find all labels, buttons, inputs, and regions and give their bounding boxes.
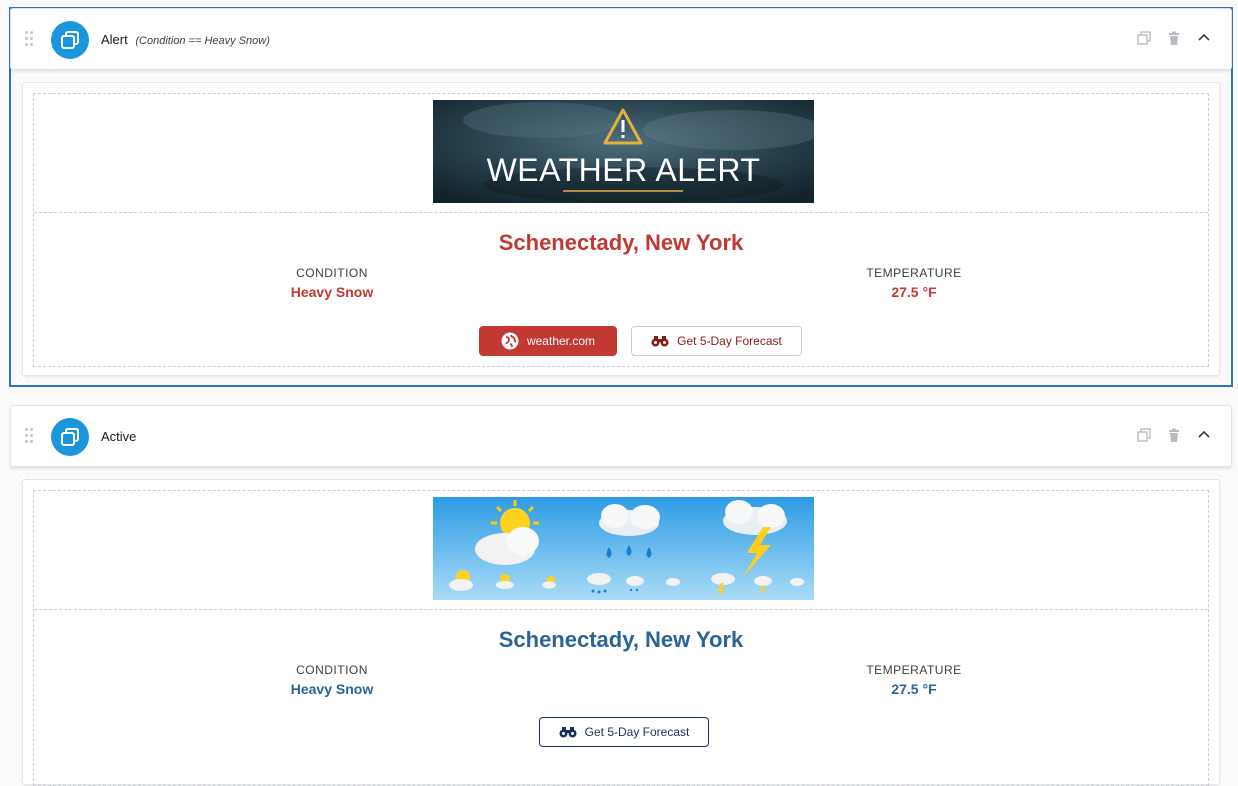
chevron-up-icon[interactable] [1197,428,1211,444]
active-panel[interactable]: Active Schenectady, New York CONDITION H… [10,405,1232,786]
forecast-label: Get 5-Day Forecast [584,725,690,739]
component-icon [51,418,89,456]
clone-icon[interactable] [1137,31,1151,47]
temperature-value: 27.5 °F [891,284,937,300]
active-card: Schenectady, New York CONDITION Heavy Sn… [22,479,1220,786]
weather-com-button[interactable]: weather.com [479,326,617,356]
temperature-label: TEMPERATURE [866,663,962,677]
forecast-button[interactable]: Get 5-Day Forecast [539,717,709,747]
binoculars-icon [651,336,669,347]
alert-card: WEATHER ALERT Schenectady, New York COND… [22,82,1220,376]
alert-panel-header[interactable]: Alert (Condition == Heavy Snow) [10,8,1232,70]
delete-icon[interactable] [1167,31,1181,47]
condition-label: CONDITION [296,663,368,677]
weather-alert-banner: WEATHER ALERT [433,100,814,203]
temperature-label: TEMPERATURE [866,266,962,280]
forecast-button[interactable]: Get 5-Day Forecast [631,326,802,356]
city-heading: Schenectady, New York [498,230,744,255]
drag-handle-icon[interactable] [25,31,35,51]
condition-value: Heavy Snow [290,284,374,300]
clone-icon[interactable] [1137,428,1151,444]
weather-com-label: weather.com [526,334,596,348]
drag-handle-icon[interactable] [25,428,35,448]
city-heading: Schenectady, New York [498,627,744,652]
weather-icons-banner [433,497,814,600]
condition-label: CONDITION [296,266,368,280]
component-icon [51,21,89,59]
globe-icon [501,332,519,350]
image-region: WEATHER ALERT [34,94,1208,213]
condition-value: Heavy Snow [290,681,374,697]
alert-panel[interactable]: Alert (Condition == Heavy Snow) WEATHER … [9,7,1233,387]
component-name: Active [101,429,137,444]
chevron-up-icon[interactable] [1197,31,1211,47]
banner-text: WEATHER ALERT [486,152,761,188]
image-region [34,491,1208,610]
component-name: Alert [101,32,128,47]
delete-icon[interactable] [1167,428,1181,444]
component-title: Active [101,429,136,444]
forecast-label: Get 5-Day Forecast [677,334,782,348]
active-panel-header[interactable]: Active [10,405,1232,467]
visibility-condition: (Condition == Heavy Snow) [135,35,270,47]
temperature-value: 27.5 °F [891,681,937,697]
binoculars-icon [559,727,577,738]
component-title: Alert (Condition == Heavy Snow) [101,32,270,47]
